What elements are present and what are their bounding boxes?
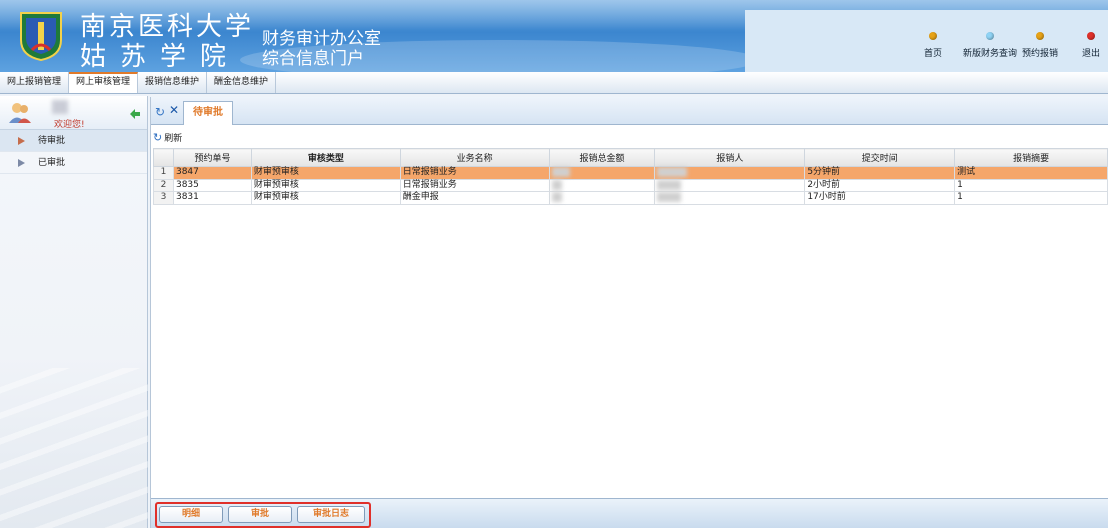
cell-summary: 1 (954, 178, 1108, 192)
arrow-icon (18, 159, 25, 167)
nav-finance-query-link[interactable]: 新版财务查询 (963, 32, 1017, 59)
col-audit-type[interactable]: 审核类型 (250, 148, 401, 167)
sidebar-item-label: 已审批 (38, 158, 66, 168)
cell-submit-time: 5分钟前 (804, 166, 956, 180)
col-business-name[interactable]: 业务名称 (399, 148, 550, 167)
cell-business-name: 酬金申报 (399, 191, 550, 205)
sidebar: 欢迎您! 待审批 已审批 (0, 96, 148, 528)
nav-finance-query-label: 新版财务查询 (963, 49, 1018, 59)
menu-remuneration-info[interactable]: 酬金信息维护 (207, 72, 277, 93)
nav-logout-label: 退出 (1082, 49, 1101, 59)
welcome-text: 欢迎您! (54, 120, 85, 130)
col-booking-no[interactable]: 预约单号 (172, 148, 252, 167)
collapse-arrow-icon[interactable] (129, 108, 141, 120)
menu-online-reimburse[interactable]: 网上报销管理 (0, 72, 70, 93)
nav-home-link[interactable]: 首页 (924, 32, 942, 59)
home-dot-icon (929, 32, 937, 40)
school-name-line2: 姑苏学院 (80, 42, 241, 72)
cell-business-name: 日常报销业务 (399, 178, 550, 192)
col-summary[interactable]: 报销摘要 (954, 148, 1108, 167)
cell-submit-time: 17小时前 (804, 191, 956, 205)
refresh-tab-icon[interactable]: ↻ (155, 105, 165, 119)
portal-title: 综合信息门户 (262, 49, 364, 69)
nav-home-label: 首页 (924, 49, 943, 59)
action-bar: 明细 审批 审批日志 (151, 498, 1108, 528)
cell-summary: 测试 (954, 166, 1108, 180)
table-row[interactable]: 3 3831 财审预审核 酬金申报 17小时前 1 (153, 191, 1108, 205)
tab-bar: ↻ ✕ 待审批 (151, 97, 1108, 125)
refresh-icon[interactable]: ↻ (153, 131, 162, 144)
cell-audit-type: 财审预审核 (250, 166, 401, 180)
row-number: 2 (153, 178, 174, 192)
nav-reimburse-label: 预约报销 (1022, 49, 1059, 59)
cell-audit-type: 财审预审核 (250, 178, 401, 192)
tab-pending[interactable]: 待审批 (183, 101, 233, 125)
nav-reimburse-link[interactable]: 预约报销 (1022, 32, 1058, 59)
cell-amount-redacted (548, 166, 656, 180)
refresh-button[interactable]: 刷新 (164, 131, 182, 144)
nav-logout-link[interactable]: 退出 (1082, 32, 1100, 59)
cell-reimburser-redacted (654, 166, 806, 180)
table-header-row: 预约单号 审核类型 业务名称 报销总金额 报销人 提交时间 报销摘要 (153, 148, 1108, 167)
main-content: ↻ ✕ 待审批 ↻ 刷新 预约单号 审核类型 业务名称 报销总金额 报销人 提交… (150, 97, 1108, 528)
approve-button[interactable]: 审批 (228, 506, 292, 523)
cell-booking-no: 3831 (172, 191, 252, 205)
cell-amount-redacted (548, 191, 656, 205)
sidebar-decoration (0, 368, 148, 528)
cell-audit-type: 财审预审核 (250, 191, 401, 205)
finance-query-dot-icon (986, 32, 994, 40)
row-number: 1 (153, 166, 174, 180)
reimburse-dot-icon (1036, 32, 1044, 40)
cell-summary: 1 (954, 191, 1108, 205)
cell-booking-no: 3835 (172, 178, 252, 192)
sidebar-item-label: 待审批 (38, 136, 66, 146)
header: 南京医科大学 姑苏学院 财务审计办公室 综合信息门户 首页 新版财务查询 预约报… (0, 0, 1108, 72)
cell-reimburser-redacted (654, 178, 806, 192)
col-submit-time[interactable]: 提交时间 (804, 148, 956, 167)
cell-booking-no: 3847 (172, 166, 252, 180)
col-reimburser[interactable]: 报销人 (654, 148, 806, 167)
sidebar-item-approved[interactable]: 已审批 (0, 152, 147, 174)
logout-dot-icon (1087, 32, 1095, 40)
table-row[interactable]: 1 3847 财审预审核 日常报销业务 5分钟前 测试 (153, 166, 1108, 180)
col-total-amount[interactable]: 报销总金额 (548, 148, 656, 167)
menu-reimburse-info[interactable]: 报销信息维护 (138, 72, 208, 93)
cell-business-name: 日常报销业务 (399, 166, 550, 180)
cell-submit-time: 2小时前 (804, 178, 956, 192)
user-avatar-icon (9, 103, 31, 123)
arrow-icon (18, 137, 25, 145)
table-row[interactable]: 2 3835 财审预审核 日常报销业务 2小时前 1 (153, 178, 1108, 192)
grid-toolbar: ↻ 刷新 (153, 129, 182, 145)
col-rownum (153, 148, 174, 167)
approval-table: 预约单号 审核类型 业务名称 报销总金额 报销人 提交时间 报销摘要 1 384… (153, 148, 1108, 205)
menu-online-audit[interactable]: 网上审核管理 (69, 72, 139, 93)
school-logo (20, 12, 62, 62)
sidebar-item-pending[interactable]: 待审批 (0, 130, 147, 152)
cell-reimburser-redacted (654, 191, 806, 205)
user-box: 欢迎您! (0, 96, 147, 130)
cell-amount-redacted (548, 178, 656, 192)
menu-bar: 网上报销管理 网上审核管理 报销信息维护 酬金信息维护 (0, 72, 1108, 94)
row-number: 3 (153, 191, 174, 205)
detail-button[interactable]: 明细 (159, 506, 223, 523)
close-tab-icon[interactable]: ✕ (169, 103, 179, 117)
username-redacted (52, 100, 68, 114)
approval-log-button[interactable]: 审批日志 (297, 506, 365, 523)
